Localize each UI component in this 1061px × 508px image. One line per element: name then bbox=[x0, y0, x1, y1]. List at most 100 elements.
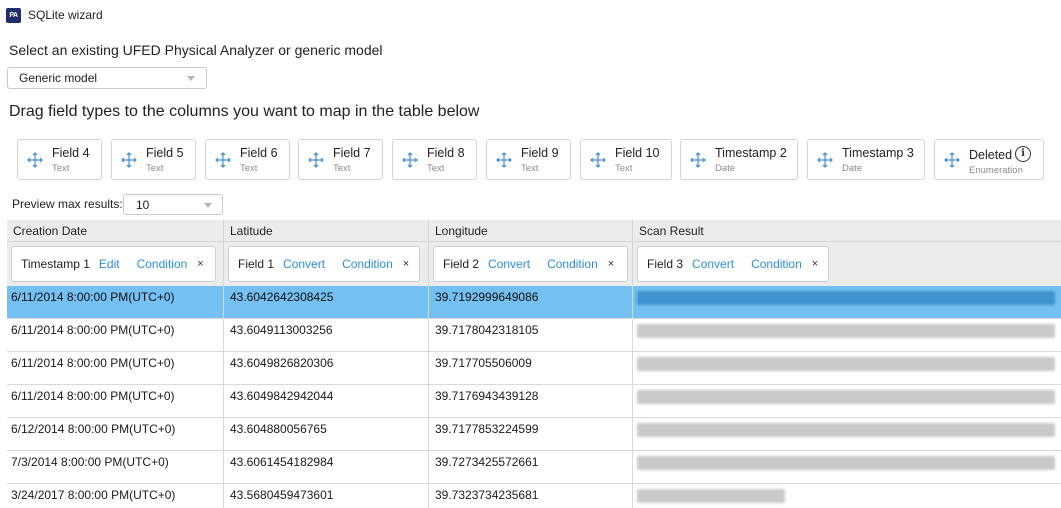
redacted-blur bbox=[637, 324, 1055, 338]
table-row[interactable]: 3/24/2017 8:00:00 PM(UTC+0) 43.568045947… bbox=[7, 484, 1061, 508]
window-title: SQLite wizard bbox=[28, 8, 103, 22]
table-cell: 43.604880056765 bbox=[224, 418, 429, 451]
redacted-blur bbox=[637, 489, 785, 503]
mapped-field-name: Timestamp 1 bbox=[21, 257, 90, 271]
table-cell: 39.7192999649086 bbox=[429, 286, 633, 319]
table-cell: 6/11/2014 8:00:00 PM(UTC+0) bbox=[7, 286, 224, 319]
column-header[interactable]: Longitude bbox=[429, 220, 633, 242]
preview-max-dropdown[interactable]: 10 bbox=[123, 194, 223, 215]
column-header[interactable]: Scan Result bbox=[633, 220, 1061, 242]
table-cell-redacted bbox=[633, 385, 1061, 418]
field-chip[interactable]: Timestamp 2 Date bbox=[680, 139, 798, 180]
field-chip-type: Text bbox=[521, 163, 539, 174]
move-icon bbox=[944, 152, 960, 168]
table-cell-redacted bbox=[633, 352, 1061, 385]
table-cell: 3/24/2017 8:00:00 PM(UTC+0) bbox=[7, 484, 224, 508]
field-chip[interactable]: Field 4 Text bbox=[17, 139, 102, 180]
table-row[interactable]: 7/3/2014 8:00:00 PM(UTC+0) 43.6061454182… bbox=[7, 451, 1061, 484]
move-icon bbox=[27, 152, 43, 168]
table-cell: 39.717705506009 bbox=[429, 352, 633, 385]
field-chip-type: Date bbox=[715, 163, 736, 174]
mapped-field-chip[interactable]: Field 3 Convert Condition × bbox=[637, 246, 829, 282]
field-chip[interactable]: Field 8 Text bbox=[392, 139, 477, 180]
app-logo-icon: PA bbox=[6, 7, 21, 23]
preview-max-label: Preview max results: bbox=[12, 197, 123, 211]
convert-link[interactable]: Convert bbox=[692, 257, 734, 271]
table-row[interactable]: 6/11/2014 8:00:00 PM(UTC+0) 43.604911300… bbox=[7, 319, 1061, 352]
field-chip-type: Text bbox=[427, 163, 445, 174]
field-chip-name: Field 10 bbox=[615, 146, 660, 160]
model-dropdown[interactable]: Generic model bbox=[7, 67, 207, 89]
edit-link[interactable]: Edit bbox=[99, 257, 120, 271]
move-icon bbox=[496, 152, 512, 168]
remove-mapping-button[interactable]: × bbox=[812, 258, 827, 270]
move-icon bbox=[817, 152, 833, 168]
field-chip-type: Text bbox=[333, 163, 351, 174]
chevron-down-icon bbox=[204, 203, 212, 208]
condition-link[interactable]: Condition bbox=[137, 257, 188, 271]
remove-mapping-button[interactable]: × bbox=[197, 258, 212, 270]
field-chip-name: Timestamp 3 bbox=[842, 146, 914, 160]
redacted-blur bbox=[637, 357, 1055, 371]
condition-link[interactable]: Condition bbox=[751, 257, 802, 271]
table-cell: 7/3/2014 8:00:00 PM(UTC+0) bbox=[7, 451, 224, 484]
table-row[interactable]: 6/11/2014 8:00:00 PM(UTC+0) 43.604982682… bbox=[7, 352, 1061, 385]
field-chip[interactable]: Field 6 Text bbox=[205, 139, 290, 180]
table-cell: 39.7323734235681 bbox=[429, 484, 633, 508]
title-bar: PA SQLite wizard bbox=[0, 0, 1061, 30]
field-chip-name: Field 4 bbox=[52, 146, 90, 160]
move-icon bbox=[690, 152, 706, 168]
table-row[interactable]: 6/12/2014 8:00:00 PM(UTC+0) 43.604880056… bbox=[7, 418, 1061, 451]
info-icon[interactable]: i bbox=[1015, 146, 1031, 162]
field-chip-name: Field 6 bbox=[240, 146, 278, 160]
mapped-field-chip[interactable]: Timestamp 1 Edit Condition × bbox=[11, 246, 216, 282]
table-cell: 6/12/2014 8:00:00 PM(UTC+0) bbox=[7, 418, 224, 451]
table-cell-redacted bbox=[633, 286, 1061, 319]
field-chip[interactable]: Field 5 Text bbox=[111, 139, 196, 180]
field-chip-type: Text bbox=[146, 163, 164, 174]
convert-link[interactable]: Convert bbox=[283, 257, 325, 271]
model-label: Select an existing UFED Physical Analyze… bbox=[9, 42, 383, 58]
remove-mapping-button[interactable]: × bbox=[403, 258, 418, 270]
convert-link[interactable]: Convert bbox=[488, 257, 530, 271]
condition-link[interactable]: Condition bbox=[547, 257, 598, 271]
mapped-field-chip[interactable]: Field 1 Convert Condition × bbox=[228, 246, 420, 282]
table-cell: 39.7177853224599 bbox=[429, 418, 633, 451]
field-chip-type: Text bbox=[615, 163, 633, 174]
model-selected-value: Generic model bbox=[19, 71, 98, 85]
field-chip[interactable]: Field 9 Text bbox=[486, 139, 571, 180]
field-chip-name: Field 7 bbox=[333, 146, 371, 160]
table-cell: 6/11/2014 8:00:00 PM(UTC+0) bbox=[7, 352, 224, 385]
field-chip[interactable]: Field 7 Text bbox=[298, 139, 383, 180]
redacted-blur bbox=[637, 456, 1055, 470]
table-cell: 43.5680459473601 bbox=[224, 484, 429, 508]
field-chip[interactable]: Deleted Enumeration i bbox=[934, 139, 1044, 180]
redacted-blur bbox=[637, 390, 1055, 404]
mapped-field-name: Field 3 bbox=[647, 257, 684, 271]
table-cell: 43.6049842942044 bbox=[224, 385, 429, 418]
table-row[interactable]: 6/11/2014 8:00:00 PM(UTC+0) 43.604984294… bbox=[7, 385, 1061, 418]
field-chip-name: Deleted bbox=[969, 148, 1013, 162]
remove-mapping-button[interactable]: × bbox=[608, 258, 623, 270]
preview-table: Creation Date Latitude Longitude Scan Re… bbox=[7, 220, 1061, 508]
table-cell-redacted bbox=[633, 418, 1061, 451]
drag-instruction: Drag field types to the columns you want… bbox=[9, 103, 480, 120]
redacted-blur bbox=[637, 423, 1055, 437]
field-chip-name: Field 8 bbox=[427, 146, 465, 160]
field-chip[interactable]: Field 10 Text bbox=[580, 139, 672, 180]
move-icon bbox=[215, 152, 231, 168]
table-cell: 6/11/2014 8:00:00 PM(UTC+0) bbox=[7, 319, 224, 352]
field-chip-type: Text bbox=[52, 163, 70, 174]
field-chip-name: Field 9 bbox=[521, 146, 559, 160]
column-header[interactable]: Latitude bbox=[224, 220, 429, 242]
field-chip-name: Field 5 bbox=[146, 146, 184, 160]
table-row[interactable]: 6/11/2014 8:00:00 PM(UTC+0) 43.604264230… bbox=[7, 286, 1061, 319]
table-cell: 6/11/2014 8:00:00 PM(UTC+0) bbox=[7, 385, 224, 418]
condition-link[interactable]: Condition bbox=[342, 257, 393, 271]
table-cell-redacted bbox=[633, 319, 1061, 352]
mapped-field-chip[interactable]: Field 2 Convert Condition × bbox=[433, 246, 628, 282]
table-cell: 43.6061454182984 bbox=[224, 451, 429, 484]
move-icon bbox=[590, 152, 606, 168]
column-header[interactable]: Creation Date bbox=[7, 220, 224, 242]
field-chip[interactable]: Timestamp 3 Date bbox=[807, 139, 925, 180]
